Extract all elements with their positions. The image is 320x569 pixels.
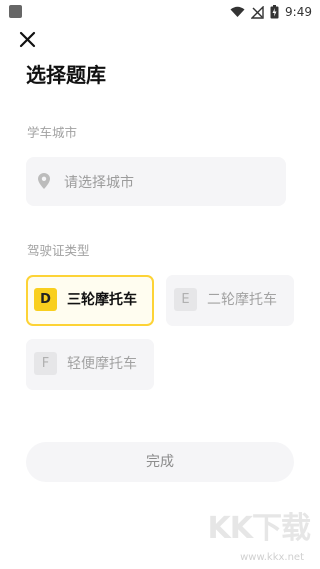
watermark: KK下载 www.kkx.net bbox=[194, 495, 314, 567]
app-notification-icon bbox=[9, 5, 22, 18]
status-icons: 9:49 bbox=[230, 3, 312, 21]
signal-off-icon bbox=[251, 5, 264, 19]
license-section-label: 驾驶证类型 bbox=[27, 243, 90, 258]
battery-charging-icon bbox=[270, 5, 279, 19]
license-option-label: 三轮摩托车 bbox=[67, 292, 137, 308]
license-option-label: 二轮摩托车 bbox=[207, 292, 277, 308]
page-title: 选择题库 bbox=[26, 63, 106, 87]
city-section-label: 学车城市 bbox=[27, 125, 78, 140]
license-code-badge: D bbox=[34, 288, 57, 311]
license-code-badge: E bbox=[174, 288, 197, 311]
license-code-badge: F bbox=[34, 352, 57, 375]
close-icon[interactable] bbox=[18, 30, 38, 50]
status-bar: 9:49 bbox=[0, 0, 320, 24]
wifi-icon bbox=[230, 6, 245, 17]
license-option-f[interactable]: F 轻便摩托车 bbox=[26, 339, 154, 390]
license-option-label: 轻便摩托车 bbox=[67, 356, 137, 372]
watermark-url: www.kkx.net bbox=[240, 552, 304, 563]
city-select-field[interactable]: 请选择城市 bbox=[26, 157, 286, 206]
done-button[interactable]: 完成 bbox=[26, 442, 294, 482]
status-time: 9:49 bbox=[285, 5, 312, 19]
license-option-e[interactable]: E 二轮摩托车 bbox=[166, 275, 294, 326]
city-select-placeholder: 请选择城市 bbox=[64, 175, 134, 191]
watermark-brand: KK下载 bbox=[207, 511, 311, 546]
license-option-d[interactable]: D 三轮摩托车 bbox=[26, 275, 154, 326]
location-pin-icon bbox=[38, 173, 50, 189]
